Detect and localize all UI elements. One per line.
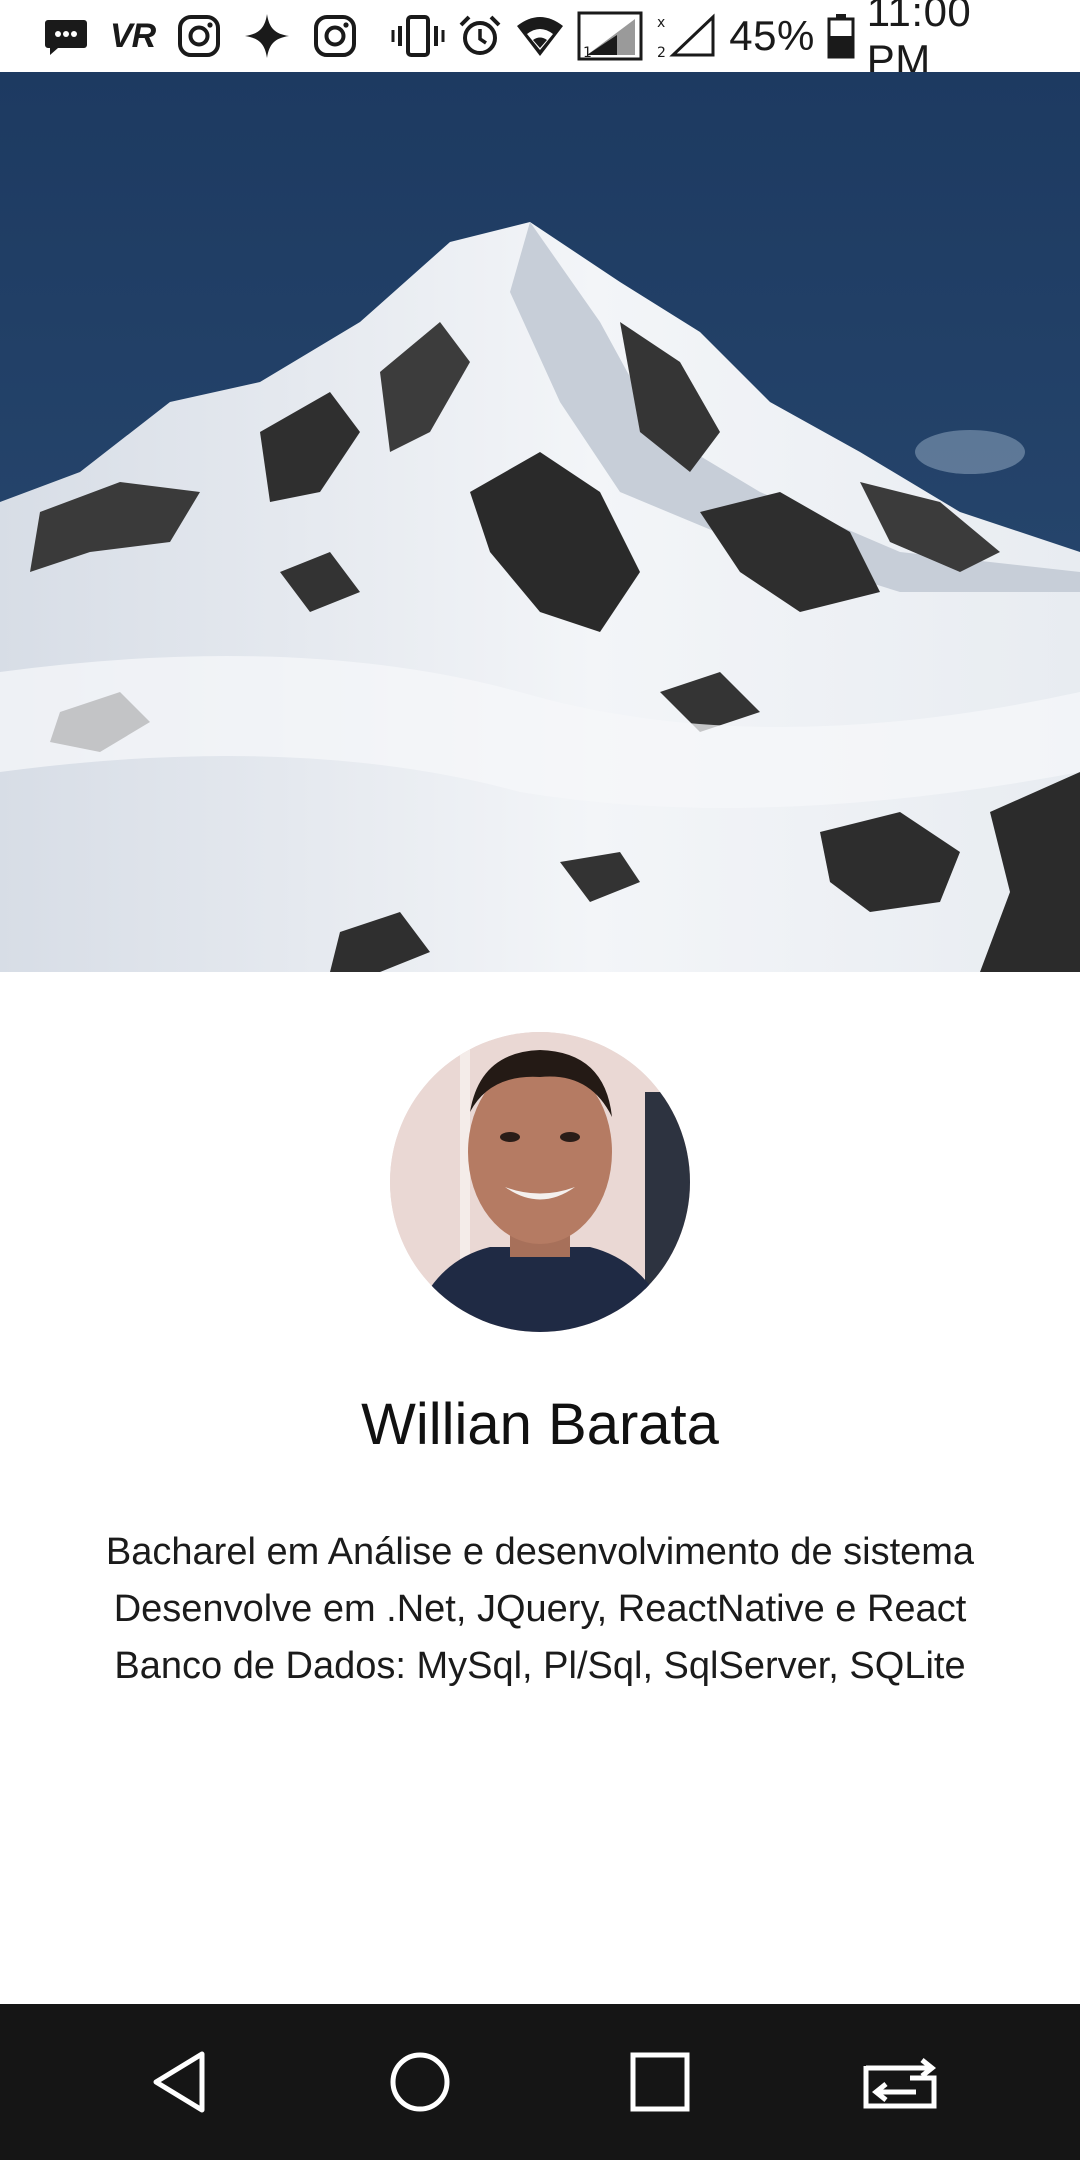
svg-text:2: 2 [657,45,666,61]
messages-icon [44,16,88,56]
profile-photo [390,1032,690,1332]
dual-window-icon [863,2058,937,2109]
profile-name: Willian Barata [361,1392,719,1457]
bio-line: Desenvolve em .Net, JQuery, ReactNative … [113,1588,967,1630]
vr-icon: VR [110,16,156,55]
instagram-icon [177,14,221,58]
svg-text:1: 1 [583,45,592,61]
battery-percent: 45% [729,12,815,59]
signal-sim2-icon: x 2 [655,11,717,61]
back-icon [153,2051,205,2113]
instagram-icon [313,14,357,58]
home-button[interactable] [360,2022,480,2142]
navigation-bar [0,2004,1080,2160]
vibrate-icon [391,14,445,58]
home-icon [390,2052,450,2112]
bio-line: Bacharel em Análise e desenvolvimento de… [105,1531,975,1573]
profile-section: Willian Barata Bacharel em Análise e des… [0,972,1080,2004]
cover-image [0,72,1080,972]
back-button[interactable] [120,2022,240,2142]
recents-icon [630,2052,690,2112]
recents-button[interactable] [600,2022,720,2142]
bio-line: Banco de Dados: MySql, Pl/Sql, SqlServer… [114,1645,966,1687]
svg-text:x: x [657,15,665,31]
app-screen: VR 1 x 2 45% 11:00 PM Willian Barata Bac… [0,0,1080,2160]
alarm-icon [457,13,503,59]
signal-sim1-icon: 1 [577,11,643,61]
status-bar: VR 1 x 2 45% 11:00 PM [0,0,1080,83]
profile-bio: Bacharel em Análise e desenvolvimento de… [40,1524,1040,1695]
notification-icons: VR [44,12,379,60]
battery-icon [827,13,855,59]
wifi-icon [515,14,565,58]
dual-window-button[interactable] [840,2022,960,2142]
sparkle-icon [243,12,291,60]
